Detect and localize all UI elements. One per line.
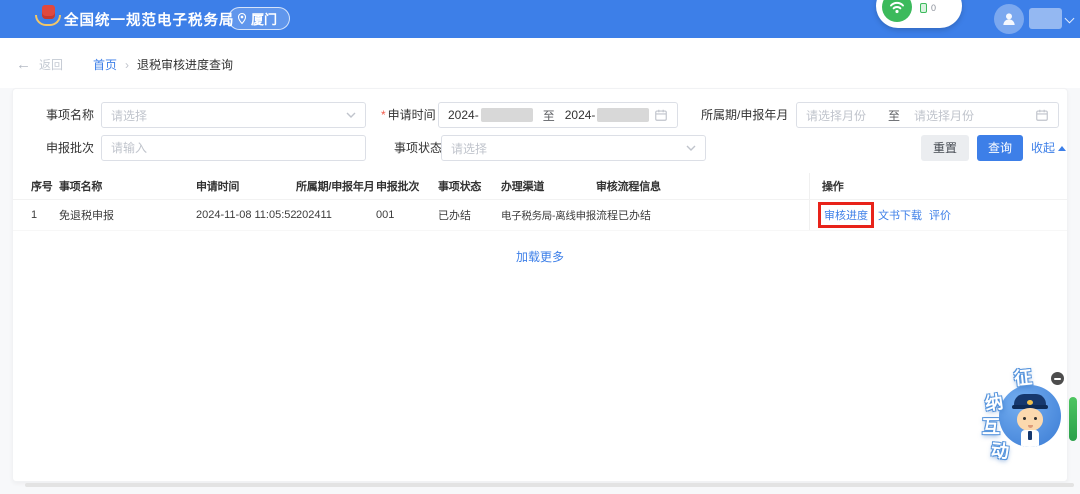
annotation-red-box: 审核进度: [818, 202, 874, 228]
app-title: 全国统一规范电子税务局: [64, 13, 235, 29]
col-actions: 操作: [809, 173, 1067, 199]
required-mark: *: [381, 108, 386, 122]
breadcrumb-bar: ← 返回 首页 › 退税审核进度查询: [0, 38, 1080, 88]
status-label: 事项状态: [394, 141, 443, 155]
location-pin-icon: [237, 12, 247, 25]
back-arrow-icon[interactable]: ←: [16, 57, 31, 72]
item-name-select[interactable]: 请选择: [101, 102, 366, 128]
side-green-indicator[interactable]: [1069, 397, 1077, 441]
review-progress-link[interactable]: 审核进度: [824, 210, 868, 222]
location-selector[interactable]: 厦门: [228, 7, 291, 30]
document-download-link[interactable]: 文书下载: [878, 207, 922, 223]
col-apply-time: 申请时间: [196, 181, 240, 193]
cell-process-info: 流程已办结: [596, 210, 651, 222]
user-avatar[interactable]: [994, 4, 1024, 34]
col-channel: 办理渠道: [501, 181, 545, 193]
mascot-char: 互: [982, 417, 1000, 437]
item-name-placeholder: 请选择: [111, 108, 148, 123]
back-button[interactable]: 返回: [39, 56, 63, 73]
page: 全国统一规范电子税务局 厦门 0 ← 返回 首页 › 退税审核进度查询 事项名称…: [0, 0, 1080, 494]
collapse-button[interactable]: 收起: [1031, 135, 1067, 161]
wifi-icon: [882, 0, 912, 22]
col-name: 事项名称: [59, 181, 103, 193]
result-table: 序号 事项名称 申请时间 所属期/申报年月 申报批次 事项状态 办理渠道 审核流…: [13, 173, 1067, 265]
breadcrumb-separator: ›: [125, 57, 130, 72]
status-placeholder: 请选择: [451, 141, 488, 156]
cell-apply-time: 2024-11-08 11:05:52: [196, 209, 297, 221]
chevron-down-icon: [686, 145, 696, 151]
batch-input[interactable]: [111, 136, 356, 160]
calendar-icon[interactable]: [1035, 108, 1049, 122]
cell-status: 已办结: [438, 210, 471, 222]
col-period: 所属期/申报年月: [296, 181, 375, 193]
item-name-label: 事项名称: [46, 108, 95, 122]
mascot-char: 征: [1013, 367, 1034, 389]
mascot-char: 动: [989, 440, 1010, 462]
cell-seq: 1: [31, 209, 38, 221]
cell-actions: 审核进度 文书下载 评价: [809, 200, 1067, 230]
widget-count: 0: [931, 3, 937, 13]
breadcrumb-home[interactable]: 首页: [93, 56, 117, 73]
top-bar: 全国统一规范电子税务局 厦门 0: [0, 0, 1080, 38]
batch-field[interactable]: [101, 135, 366, 161]
battery-icon: [920, 3, 927, 13]
calendar-icon[interactable]: [654, 108, 668, 122]
apply-time-start: 2024-: [448, 108, 479, 122]
cell-batch: 001: [376, 209, 395, 221]
chevron-down-icon: [346, 112, 356, 118]
user-menu-chevron-icon[interactable]: [1064, 13, 1075, 24]
table-row: 1 免退税申报 2024-11-08 11:05:52 202411 001 已…: [13, 200, 1067, 231]
interaction-widget[interactable]: 0: [876, 0, 962, 28]
apply-time-label: * 申请时间: [381, 108, 436, 122]
tax-bureau-logo-icon: [34, 5, 62, 33]
evaluate-link[interactable]: 评价: [929, 207, 951, 223]
panel-bottom-shadow: [25, 483, 1074, 487]
apply-time-end: 2024-: [564, 108, 596, 122]
mascot-minimize-button[interactable]: [1051, 372, 1064, 385]
location-label: 厦门: [251, 12, 278, 27]
main-panel: 事项名称 请选择 * 申请时间 2024- 至 2024- 所属期/申报年月 请选…: [12, 88, 1068, 482]
col-process-info: 审核流程信息: [596, 181, 661, 193]
breadcrumb: ← 返回 首页 › 退税审核进度查询: [16, 56, 233, 73]
person-icon: [1003, 13, 1015, 25]
period-start-placeholder: 请选择月份: [806, 108, 867, 123]
redacted-date-start: [480, 108, 533, 122]
cell-name: 免退税申报: [59, 210, 114, 222]
col-batch: 申报批次: [376, 181, 420, 193]
status-select[interactable]: 请选择: [441, 135, 706, 161]
period-end-placeholder: 请选择月份: [914, 108, 975, 123]
batch-label: 申报批次: [46, 141, 95, 155]
page-title: 退税审核进度查询: [137, 58, 234, 72]
cell-period: 202411: [296, 209, 332, 221]
mascot-char: 纳: [983, 391, 1005, 415]
table-header-row: 序号 事项名称 申请时间 所属期/申报年月 申报批次 事项状态 办理渠道 审核流…: [13, 173, 1067, 200]
redacted-date-end: [597, 108, 650, 122]
col-seq: 序号: [31, 181, 53, 193]
reset-button[interactable]: 重置: [921, 135, 969, 161]
cell-channel: 电子税务局-离线申报: [501, 209, 596, 222]
col-status: 事项状态: [438, 181, 482, 193]
period-range-picker[interactable]: 请选择月份 至 请选择月份: [796, 102, 1059, 128]
range-to-label: 至: [542, 108, 555, 123]
period-label: 所属期/申报年月: [701, 108, 789, 122]
range-to-label: 至: [888, 108, 901, 123]
username-redacted: [1029, 8, 1062, 29]
load-more-link[interactable]: 加载更多: [13, 248, 1067, 265]
apply-time-range-picker[interactable]: 2024- 至 2024-: [438, 102, 678, 128]
collapse-caret-icon: [1058, 145, 1067, 151]
query-button[interactable]: 查询: [977, 135, 1023, 161]
